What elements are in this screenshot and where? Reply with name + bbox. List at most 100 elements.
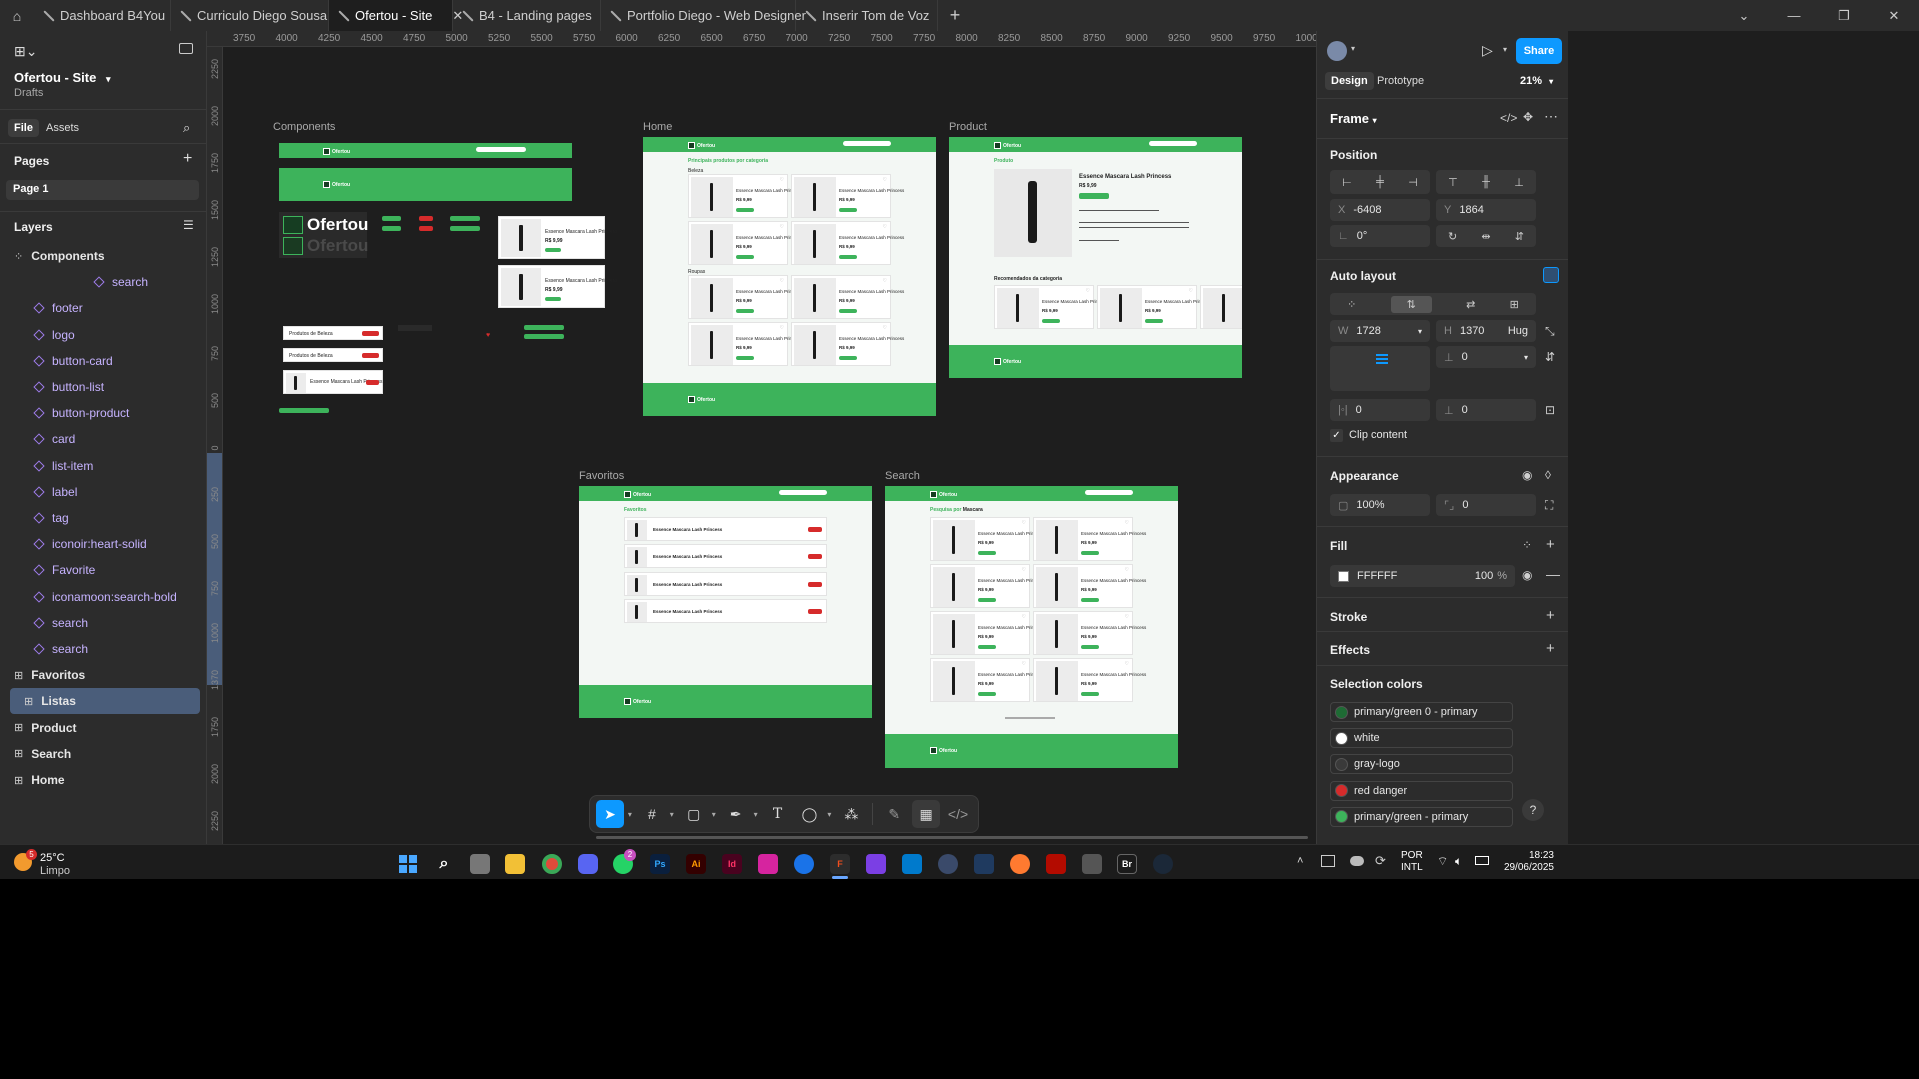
frame-tool-icon[interactable]: # bbox=[638, 800, 666, 828]
layer-item[interactable]: iconoir:heart-solid bbox=[0, 531, 207, 557]
product-card[interactable]: Essence Mascara Lash PrincessR$ 9,99♡ bbox=[791, 221, 904, 265]
actions-icon[interactable]: ⁂ bbox=[837, 800, 865, 828]
card-button[interactable] bbox=[1081, 551, 1099, 555]
card-button[interactable] bbox=[1081, 598, 1099, 602]
selection-color-item[interactable]: primary/green 0 - primary bbox=[1330, 702, 1513, 722]
maximize-icon[interactable]: ❐ bbox=[1819, 8, 1869, 24]
heart-icon[interactable]: ♡ bbox=[1125, 614, 1129, 620]
card-button[interactable] bbox=[736, 208, 754, 212]
layer-item[interactable]: button-list bbox=[0, 374, 207, 400]
card[interactable]: Essence Mascara Lash Princess R$ 9,99 bbox=[498, 265, 618, 308]
rotate-icon[interactable]: ↻ bbox=[1448, 230, 1457, 243]
button-card[interactable] bbox=[382, 226, 401, 231]
selection-color-item[interactable]: gray-logo bbox=[1330, 754, 1513, 775]
design-mode-icon[interactable]: ▦ bbox=[912, 800, 941, 828]
heart-icon[interactable]: ♡ bbox=[883, 325, 887, 331]
button-list[interactable] bbox=[419, 226, 433, 231]
layer-item[interactable]: logo bbox=[0, 322, 207, 348]
chevron-down-icon[interactable]: ▾ bbox=[754, 810, 758, 819]
zoom-level[interactable]: 21% ▾ bbox=[1520, 75, 1553, 87]
card-button[interactable] bbox=[1145, 319, 1163, 323]
card-button[interactable] bbox=[736, 309, 754, 313]
help-icon[interactable]: ? bbox=[1522, 799, 1544, 821]
heart-icon[interactable]: ♡ bbox=[883, 224, 887, 230]
layer-item[interactable]: ⊞ Home bbox=[0, 767, 207, 793]
corner-settings-icon[interactable]: ⛶ bbox=[1545, 498, 1553, 513]
card-button[interactable] bbox=[736, 255, 754, 259]
opacity-input[interactable]: ▢ 100% bbox=[1330, 494, 1430, 516]
label[interactable] bbox=[398, 325, 432, 331]
product-card[interactable]: Essence Mascara Lash PrincessR$ 9,99♡ bbox=[791, 275, 904, 319]
product-card[interactable]: Essence Mascara Lash PrincessR$ 9,99♡ bbox=[688, 275, 801, 319]
product-card[interactable]: Essence Mascara Lash PrincessR$ 9,99♡ bbox=[930, 611, 1043, 655]
product-card[interactable]: Essence Mascara Lash PrincessR$ 9,99♡ bbox=[688, 221, 801, 265]
favorite-list-item[interactable]: Essence Mascara Lash Princess bbox=[624, 599, 827, 623]
blend-mode-icon[interactable]: ◊ bbox=[1545, 468, 1551, 482]
vscode-icon[interactable] bbox=[902, 854, 922, 874]
align-left-icon[interactable]: ⊢ bbox=[1342, 176, 1352, 189]
flip-vertical-icon[interactable]: ⇵ bbox=[1515, 230, 1524, 243]
window-close-icon[interactable]: ✕ bbox=[1869, 8, 1919, 24]
toggle-sidebar-icon[interactable] bbox=[179, 43, 193, 54]
app-orange-icon[interactable] bbox=[1010, 854, 1030, 874]
eye-icon[interactable]: ◉ bbox=[1522, 468, 1532, 482]
heart-icon[interactable]: ♡ bbox=[1022, 614, 1026, 620]
steam-icon[interactable] bbox=[1153, 854, 1173, 874]
eye-icon[interactable]: ◉ bbox=[1522, 568, 1532, 582]
text-tool-icon[interactable]: T bbox=[764, 800, 792, 828]
color-swatch[interactable] bbox=[1335, 810, 1348, 824]
layer-item[interactable]: iconamoon:search-bold bbox=[0, 584, 207, 610]
tray-app-icon[interactable] bbox=[1321, 855, 1335, 867]
cloud-icon[interactable] bbox=[1082, 854, 1102, 874]
search-component[interactable] bbox=[524, 325, 564, 330]
clip-content-checkbox[interactable]: ✓ bbox=[1330, 429, 1343, 442]
product-card[interactable]: Essence Mascara Lash PrincessR$ 9,99♡ bbox=[1033, 564, 1146, 608]
color-swatch[interactable] bbox=[1335, 784, 1348, 798]
layer-item[interactable]: ⊞ Product bbox=[0, 715, 207, 741]
align-right-icon[interactable]: ⊣ bbox=[1408, 176, 1418, 189]
heart-icon[interactable]: ♡ bbox=[883, 278, 887, 284]
add-stroke-plus-icon[interactable]: + bbox=[1546, 607, 1555, 624]
tab-dashboard[interactable]: Dashboard B4You bbox=[34, 0, 171, 31]
horizontal-padding-input[interactable]: |◦| 0 bbox=[1330, 399, 1430, 421]
vertical-layout-icon[interactable]: ⇅ bbox=[1390, 295, 1432, 313]
language-indicator[interactable]: POR INTL bbox=[1401, 850, 1423, 874]
comment-tool-icon[interactable]: ◯ bbox=[796, 800, 824, 828]
wifi-icon[interactable]: ⌔ bbox=[1437, 854, 1448, 869]
frame-home[interactable]: Ofertou Principais produtos por categori… bbox=[643, 137, 936, 416]
button-product[interactable] bbox=[450, 226, 480, 231]
layer-item[interactable]: tag bbox=[0, 505, 207, 531]
frame-product[interactable]: Ofertou Produto Essence Mascara Lash Pri… bbox=[949, 137, 1242, 378]
volume-icon[interactable]: 🔈︎ bbox=[1455, 854, 1462, 869]
new-tab-plus-icon[interactable]: + bbox=[938, 5, 972, 26]
home-icon[interactable]: ⌂ bbox=[0, 0, 34, 31]
product-card[interactable]: Essence Mascara Lash PrincessR$ 9,99♡ bbox=[791, 322, 904, 366]
favorite-list-item[interactable]: Essence Mascara Lash Princess bbox=[624, 517, 827, 541]
layer-item[interactable]: label bbox=[0, 479, 207, 505]
dev-mode-icon[interactable]: </> bbox=[944, 800, 972, 828]
card-button[interactable] bbox=[978, 645, 996, 649]
illustrator-icon[interactable]: Ai bbox=[686, 854, 706, 874]
tab-assets[interactable]: Assets bbox=[46, 122, 79, 134]
button-card[interactable] bbox=[382, 216, 401, 221]
product-card[interactable]: Essence Mascara Lash PrincessR$ 9,99♡ bbox=[994, 285, 1107, 329]
card-button[interactable] bbox=[839, 255, 857, 259]
search-component[interactable] bbox=[279, 408, 329, 413]
product-card[interactable]: Essence Mascara Lash PrincessR$ 9,99♡ bbox=[791, 174, 904, 218]
card-button[interactable] bbox=[839, 208, 857, 212]
design-canvas[interactable]: Components Ofertou Ofertou Ofertou Ofert… bbox=[224, 48, 1316, 844]
file-explorer-icon[interactable] bbox=[505, 854, 525, 874]
frame-type-label[interactable]: Frame ▾ bbox=[1330, 111, 1377, 126]
align-center-icon[interactable]: ╪ bbox=[1376, 176, 1384, 188]
selection-color-item[interactable]: red danger bbox=[1330, 780, 1513, 801]
play-icon[interactable]: ▷ bbox=[1482, 42, 1493, 59]
padding-settings-icon[interactable]: ⊡ bbox=[1545, 403, 1555, 417]
remove-button[interactable] bbox=[808, 527, 822, 532]
tray-sync-icon[interactable]: ⟳ bbox=[1375, 853, 1386, 869]
tab-portfolio[interactable]: Portfolio Diego - Web Designer bbox=[601, 0, 806, 31]
pagination[interactable] bbox=[1005, 717, 1055, 719]
tab-prototype[interactable]: Prototype bbox=[1377, 75, 1424, 87]
frame-search[interactable]: Ofertou Pesquisa por Mascara Essence Mas… bbox=[885, 486, 1178, 768]
search-icon[interactable]: ⌕ bbox=[183, 120, 190, 136]
favorite-list-item[interactable]: Essence Mascara Lash Princess bbox=[624, 544, 827, 568]
